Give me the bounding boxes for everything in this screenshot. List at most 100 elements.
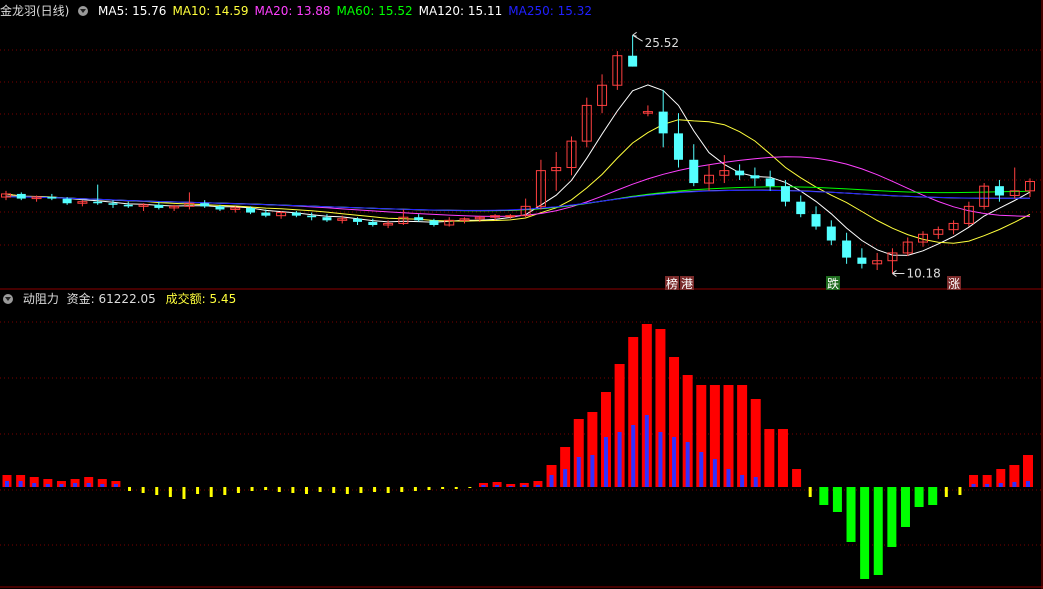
candle-body	[796, 201, 806, 215]
indicator-bar	[209, 487, 213, 497]
candle-body	[47, 197, 57, 199]
indicator-bar	[808, 487, 812, 497]
indicator-bar	[223, 487, 227, 495]
candle-body	[246, 207, 256, 213]
candle-body	[261, 212, 271, 216]
indicator-bar	[900, 487, 910, 527]
indicator-bar	[737, 385, 748, 487]
ma-line-MA10	[5, 119, 1031, 244]
indicator-bar	[764, 429, 775, 487]
fund-bar	[113, 484, 118, 487]
indicator-bar	[928, 487, 938, 505]
fund-bar	[672, 437, 677, 487]
candle-body	[857, 257, 867, 264]
indicator-bar	[914, 487, 924, 507]
candle-body	[628, 55, 638, 67]
indicator-bar	[777, 429, 788, 487]
indicator-bar	[359, 487, 363, 493]
fund-bar	[617, 432, 622, 487]
candle-body	[505, 215, 516, 218]
fund-value: 资金: 61222.05	[66, 292, 156, 306]
indicator-bar	[168, 487, 172, 497]
fund-bar	[740, 475, 745, 487]
indicator-bar	[291, 487, 295, 493]
indicator-bar	[441, 487, 445, 489]
fund-bar	[1012, 482, 1017, 487]
indicator-bar	[332, 487, 336, 493]
fund-bar	[59, 484, 64, 487]
indicator-bar	[792, 469, 802, 487]
ma-label-3: MA60: 15.52	[336, 4, 413, 18]
candle-body	[123, 204, 133, 207]
fund-bar	[590, 455, 595, 487]
fund-bar	[5, 481, 9, 487]
fund-bar	[86, 483, 91, 487]
fund-bar	[998, 483, 1003, 487]
candle-body	[93, 201, 103, 204]
indicator-bar	[958, 487, 962, 495]
candle-body	[62, 198, 72, 204]
ma-label-0: MA5: 15.76	[98, 4, 167, 18]
fund-bar	[631, 425, 636, 487]
indicator-bar	[182, 487, 186, 499]
fund-bar	[985, 484, 990, 487]
main-settings-toggle-icon[interactable]	[78, 5, 89, 16]
indicator-bar	[413, 487, 417, 491]
fund-bar	[18, 481, 23, 487]
indicator-bar	[427, 487, 431, 490]
fund-bar	[73, 483, 78, 487]
candle-body	[689, 159, 699, 184]
fund-bar	[699, 452, 704, 487]
high-price-label: 25.52	[645, 36, 679, 50]
event-tag-1: 港	[681, 277, 693, 291]
event-tag-0: 榜	[666, 276, 678, 291]
fund-bar	[508, 486, 513, 487]
indicator-bar	[318, 487, 322, 492]
candle-body	[429, 220, 439, 225]
indicator-bar	[887, 487, 897, 547]
indicator-bar	[400, 487, 404, 492]
candle-body	[154, 204, 164, 208]
low-price-label: 10.18	[906, 266, 940, 280]
fund-bar	[603, 437, 608, 487]
fund-bar	[753, 477, 758, 487]
ma-label-5: MA250: 15.32	[508, 4, 592, 18]
candle-body	[200, 203, 210, 207]
fund-bar	[726, 469, 731, 487]
candle-body	[994, 186, 1004, 196]
indicator-bar	[277, 487, 281, 492]
indicator-bar	[454, 487, 458, 489]
fund-bar	[32, 483, 37, 487]
candle-body	[765, 178, 775, 187]
high-arrow-icon	[632, 31, 643, 42]
fund-bar	[535, 485, 540, 487]
indicator-title: 动阻力	[22, 292, 59, 306]
fund-bar	[1026, 481, 1030, 487]
candle-body	[368, 221, 378, 225]
indicator-bar	[128, 487, 132, 491]
candle-body	[658, 111, 668, 134]
candle-body	[291, 212, 301, 216]
indicator-bar	[819, 487, 829, 505]
volume-value: 成交额: 5.45	[165, 292, 237, 306]
candle-body	[307, 215, 317, 218]
indicator-bar	[264, 487, 268, 490]
candle-body	[673, 133, 683, 160]
indicator-bar	[304, 487, 308, 494]
indicator-bar	[373, 487, 377, 492]
fund-bar	[971, 484, 976, 487]
low-arrow-icon	[892, 270, 905, 277]
indicator-bar	[846, 487, 856, 542]
ma-label-4: MA120: 15.11	[418, 4, 503, 18]
sub-settings-toggle-icon[interactable]	[3, 293, 13, 304]
candle-body	[842, 240, 852, 258]
candle-body	[215, 206, 225, 210]
candle-body	[826, 226, 836, 241]
candle-body	[353, 218, 363, 222]
fund-bar	[712, 459, 717, 487]
indicator-bar	[250, 487, 254, 491]
ma-label-2: MA20: 13.88	[254, 4, 331, 18]
fund-bar	[481, 485, 486, 487]
fund-bar	[522, 485, 527, 487]
main-chart-title: 金龙羽(日线)	[0, 4, 70, 18]
